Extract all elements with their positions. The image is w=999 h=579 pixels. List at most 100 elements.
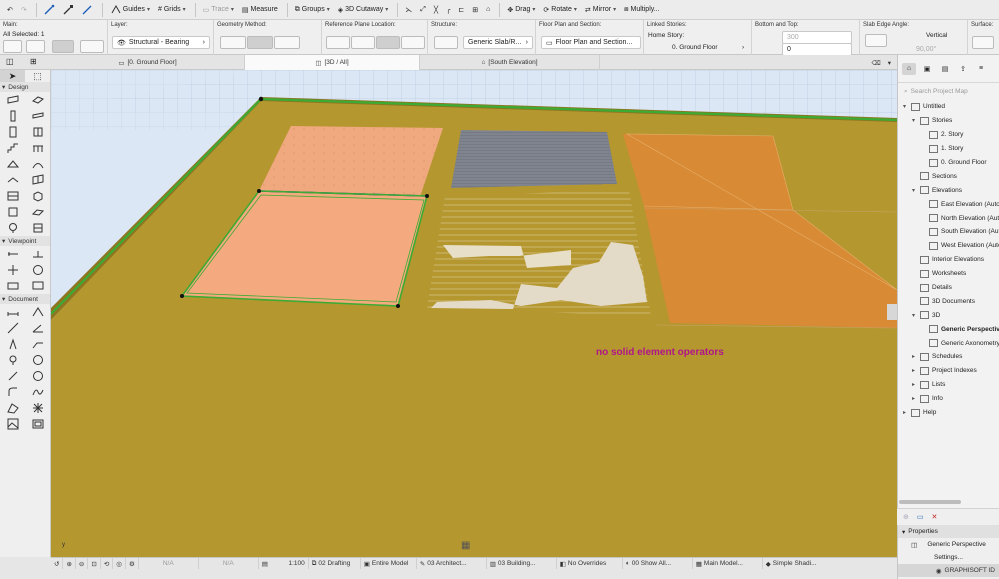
panel-toggle-icon[interactable]: ◫	[6, 57, 14, 66]
tree-item[interactable]: ▸ Schedules	[898, 350, 999, 364]
settings-panel-icon[interactable]: ▭	[917, 513, 924, 521]
rotate-view-button[interactable]	[52, 40, 74, 53]
marquee-tool[interactable]: ⬚	[25, 70, 50, 82]
tree-item[interactable]: ▸ Project Indexes	[898, 364, 999, 378]
arrow-tool-button[interactable]	[80, 40, 104, 53]
home-story-value[interactable]: 0. Ground Floor	[672, 44, 718, 51]
tab-south-elevation[interactable]: ⌂ [South Elevation]	[420, 55, 600, 70]
publisher-tab[interactable]: ⇪	[956, 63, 970, 75]
rotate-button[interactable]: ⟳ Rotate ▾	[540, 2, 580, 18]
scroll-handle[interactable]	[887, 304, 897, 320]
explore-button[interactable]: ⚙	[126, 557, 139, 570]
select-mode-button[interactable]	[3, 40, 22, 53]
3d-viewport[interactable]: no solid element operators y ▦	[51, 70, 897, 557]
fillet-button[interactable]: ╭	[443, 2, 453, 18]
worksheet-tool[interactable]	[25, 262, 50, 278]
layer-combination[interactable]: ⧉ 02 Drafting	[309, 557, 361, 570]
wall-tool[interactable]	[0, 92, 25, 108]
settings-button[interactable]: Settings...	[898, 551, 999, 564]
tree-item[interactable]: ▾ Stories	[898, 114, 999, 128]
tree-item[interactable]: ▸ Info	[898, 392, 999, 406]
tree-item[interactable]: 0. Ground Floor	[898, 156, 999, 170]
camera-tool[interactable]	[25, 278, 50, 294]
interior-elevation-tool[interactable]	[0, 262, 25, 278]
spline-tool[interactable]	[25, 384, 50, 400]
mirror-button[interactable]: ⇄ Mirror ▾	[582, 2, 619, 18]
model-view-options[interactable]: ▥ 03 Building...	[487, 557, 557, 570]
ref-plane-bottom-button[interactable]	[401, 36, 425, 49]
ref-plane-core-top-button[interactable]	[351, 36, 375, 49]
tree-item[interactable]: Generic Axonometry	[898, 336, 999, 350]
grids-button[interactable]: # Grids ▾	[155, 2, 189, 18]
zoom-out-button[interactable]: ⊖	[76, 557, 89, 570]
structural-display[interactable]: ▣ Entire Model	[361, 557, 417, 570]
layer-select[interactable]: 👁 Structural - Bearing ›	[112, 36, 210, 49]
guides-button[interactable]: Guides ▾	[107, 2, 153, 18]
elevation-tool[interactable]	[25, 246, 50, 262]
tree-item[interactable]: 3D Documents	[898, 294, 999, 308]
structure-type-button[interactable]	[434, 36, 458, 49]
delete-icon[interactable]: ✕	[932, 513, 938, 521]
tree-item[interactable]: Sections	[898, 169, 999, 183]
tree-item[interactable]: Worksheets	[898, 267, 999, 281]
zoom-in-button[interactable]: ⊕	[63, 557, 76, 570]
properties-header[interactable]: ▾ Properties	[898, 525, 999, 538]
edge-angle-mode[interactable]: Vertical	[926, 32, 947, 39]
chevron-down-icon[interactable]: ▾	[901, 103, 908, 110]
radial-dimension-tool[interactable]	[0, 320, 25, 336]
navigator-scrollbar[interactable]	[899, 500, 961, 504]
resize-button[interactable]: ⌂	[483, 2, 493, 18]
pen-set[interactable]: ✎ 03 Architect...	[417, 557, 487, 570]
structure-select[interactable]: Generic Slab/R... ›	[463, 36, 533, 49]
graphisoft-id[interactable]: ◉ GRAPHISOFT ID	[898, 564, 999, 577]
tab-options[interactable]: ⌫ ▾	[600, 55, 897, 70]
pick-up-button[interactable]	[60, 2, 77, 18]
ref-plane-core-bottom-button[interactable]	[376, 36, 400, 49]
chevron-right-icon[interactable]: ▸	[901, 409, 908, 416]
tree-item[interactable]: Interior Elevations	[898, 253, 999, 267]
stair-alt-tool[interactable]	[25, 220, 50, 236]
morph-tool[interactable]	[0, 188, 25, 204]
new-view-icon[interactable]: ⊕	[903, 513, 909, 521]
chevron-right-icon[interactable]: ▸	[910, 381, 917, 388]
marker-tool[interactable]	[0, 352, 25, 368]
chevron-right-icon[interactable]: ▸	[910, 367, 917, 374]
trace-button[interactable]: ▭ Trace ▾	[200, 2, 237, 18]
detail-tool[interactable]	[0, 278, 25, 294]
grid-view-icon[interactable]: ⊞	[30, 57, 37, 66]
tree-item[interactable]: ▸ Lists	[898, 378, 999, 392]
layout-book-tab[interactable]: ▤	[938, 63, 952, 75]
tab-3d-all[interactable]: ◫ [3D / All]	[245, 55, 420, 70]
ref-plane-top-button[interactable]	[326, 36, 350, 49]
figure-tool[interactable]	[25, 352, 50, 368]
tree-item[interactable]: North Elevation (Aut	[898, 211, 999, 225]
tree-item[interactable]: West Elevation (Auto	[898, 239, 999, 253]
renovation-filter[interactable]: ◐ 00 Show All...	[623, 557, 693, 570]
arc-tool[interactable]	[0, 384, 25, 400]
floorplan-select[interactable]: ▭ Floor Plan and Section...	[541, 36, 641, 49]
project-map-search[interactable]: ⌕ Search Project Map	[901, 85, 996, 98]
railing-tool[interactable]	[25, 140, 50, 156]
edge-angle-button[interactable]	[865, 34, 887, 47]
curtain-wall-tool[interactable]	[25, 172, 50, 188]
lamp-tool[interactable]	[0, 220, 25, 236]
beam-tool[interactable]	[25, 108, 50, 124]
zone-tool[interactable]	[0, 204, 25, 220]
navigator-menu-button[interactable]: ≡	[974, 63, 988, 75]
angle-dimension-tool[interactable]	[25, 320, 50, 336]
tree-item[interactable]: ▸ Help	[898, 406, 999, 420]
skylight-tool[interactable]	[0, 172, 25, 188]
undo-zoom-button[interactable]: ↺	[51, 557, 64, 570]
tab-ground-floor[interactable]: ▭ [0. Ground Floor]	[51, 55, 245, 70]
tree-item[interactable]: 2. Story	[898, 128, 999, 142]
hotspot-tool[interactable]	[25, 400, 50, 416]
fill-tool[interactable]	[0, 400, 25, 416]
chevron-right-icon[interactable]: ▸	[910, 353, 917, 360]
text-tool[interactable]	[0, 336, 25, 352]
project-map-tab[interactable]: ⌂	[902, 62, 916, 75]
tree-item[interactable]: ▾ 3D	[898, 308, 999, 322]
3d-cutaway-button[interactable]: ◈ 3D Cutaway ▾	[335, 2, 392, 18]
tree-item[interactable]: 1. Story	[898, 142, 999, 156]
dimension-tool[interactable]	[0, 304, 25, 320]
tree-item[interactable]: ▾ Elevations	[898, 183, 999, 197]
